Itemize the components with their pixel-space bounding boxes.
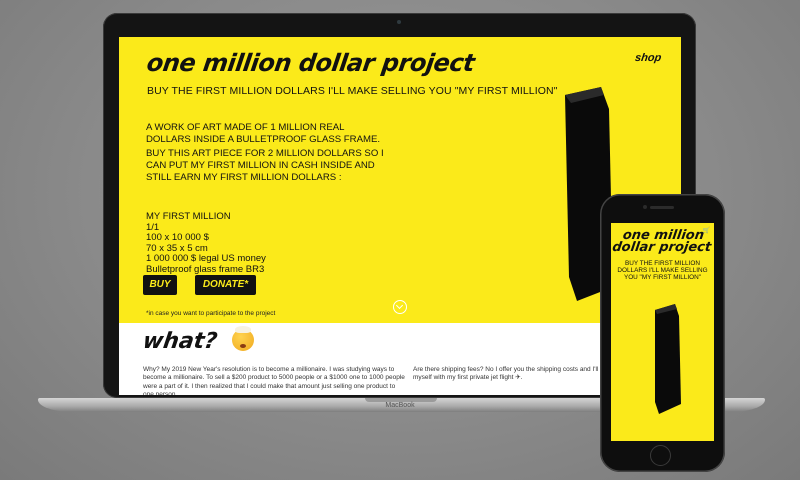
description-paragraph-1: A WORK OF ART MADE OF 1 MILLION REAL DOL…: [146, 122, 381, 145]
chevron-down-circle-icon[interactable]: [393, 300, 407, 314]
phone-screen: 🛒 one million dollar project BUY THE FIR…: [611, 223, 714, 441]
spec-line: 100 x 10 000 $: [146, 232, 209, 243]
phone-camera-icon: [643, 205, 647, 209]
spec-line: Bulletproof glass frame BR3: [146, 263, 265, 275]
what-column-1: Why? My 2019 New Year's resolution is to…: [143, 366, 405, 395]
spec-line: 1 000 000 $ legal US money: [146, 253, 266, 264]
product-specs: MY FIRST MILLION 1/1 100 x 10 000 $ 70 x…: [146, 211, 266, 275]
page-subtitle: BUY THE FIRST MILLION DOLLARS I'LL MAKE …: [147, 85, 558, 97]
home-button[interactable]: [650, 445, 671, 466]
spec-line: MY FIRST MILLION: [146, 211, 231, 222]
site-logo[interactable]: one million dollar project: [145, 49, 476, 77]
donate-footnote: *in case you want to participate to the …: [146, 310, 276, 317]
camera-icon: [397, 20, 401, 24]
what-section: what? Why? My 2019 New Year's resolution…: [119, 323, 681, 395]
section-title: what?: [141, 329, 219, 354]
phone-artwork-image: [655, 304, 681, 414]
phone-device: 🛒 one million dollar project BUY THE FIR…: [600, 194, 725, 472]
phone-speaker: [650, 206, 674, 209]
exploding-head-icon: [232, 326, 254, 351]
donate-button[interactable]: DONATE*: [195, 275, 256, 295]
buy-button[interactable]: BUY: [143, 275, 177, 295]
description-paragraph-2: BUY THIS ART PIECE FOR 2 MILLION DOLLARS…: [146, 148, 384, 183]
phone-logo-line: dollar project: [611, 240, 713, 255]
shop-link[interactable]: shop: [634, 52, 662, 64]
phone-subtitle: BUY THE FIRST MILLION DOLLARS I'LL MAKE …: [617, 260, 708, 281]
phone-site-logo[interactable]: one million dollar project: [611, 228, 714, 255]
laptop-screen: one million dollar project shop BUY THE …: [119, 37, 681, 395]
